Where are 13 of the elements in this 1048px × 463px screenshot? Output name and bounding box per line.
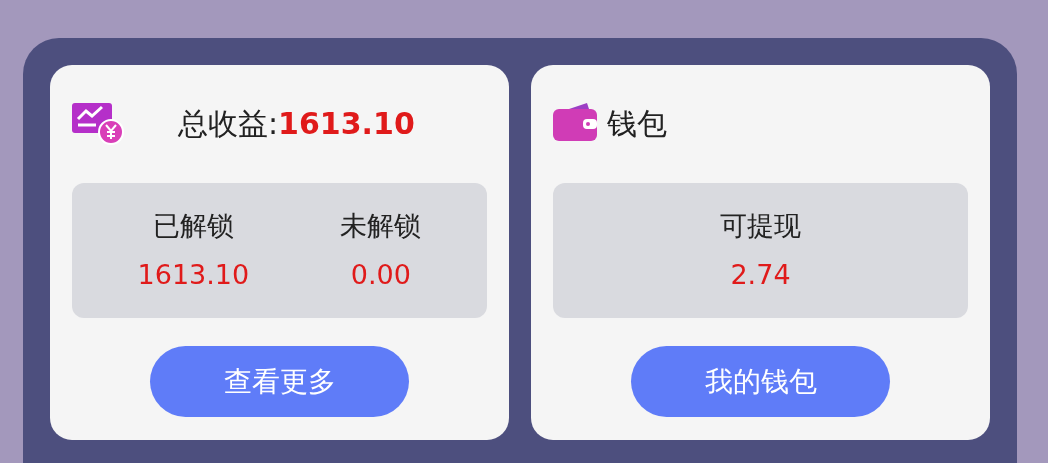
stat-label: 可提现 — [720, 209, 801, 243]
card-title: 钱包 — [607, 104, 667, 143]
stat-value: 0.00 — [350, 257, 411, 292]
action-button[interactable]: 查看更多 — [150, 346, 409, 417]
action-button[interactable]: 我的钱包 — [631, 346, 890, 417]
chart-coin-icon — [72, 101, 124, 145]
total-amount: 1613.10 — [278, 104, 415, 143]
stat-value: 1613.10 — [137, 257, 250, 292]
stat-label: 已解锁 — [152, 209, 234, 243]
card-title: 总收益: — [178, 104, 279, 143]
stat-value: 2.74 — [730, 257, 791, 292]
wallet-icon — [553, 103, 599, 143]
stat-label: 未解锁 — [340, 209, 422, 243]
